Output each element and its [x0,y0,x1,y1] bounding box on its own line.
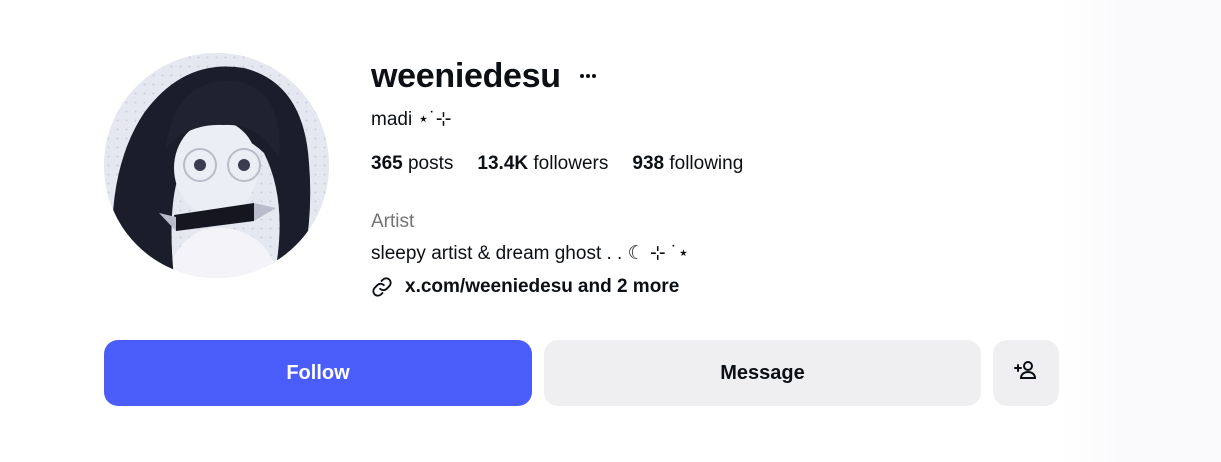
profile-links[interactable]: x.com/weeniedesu and 2 more [371,275,679,299]
profile-bio: sleepy artist & dream ghost . . ☾ ⊹ ˙⋆ [371,243,690,264]
link-primary[interactable]: x.com/weeniedesu [405,275,573,299]
add-user-icon [1014,358,1038,388]
background-tint [1060,0,1221,462]
add-user-button[interactable] [993,340,1059,406]
profile-avatar[interactable] [104,53,329,278]
following-label: following [669,153,744,174]
followers-count: 13.4K [477,153,529,174]
profile-stats: 365 posts 13.4K followers 938 following [371,152,767,176]
profile-header: weeniedesu [371,56,599,96]
message-label: Message [720,361,805,384]
profile-category: Artist [371,211,415,232]
stat-following[interactable]: 938 following [632,152,743,176]
username: weeniedesu [371,57,561,95]
posts-label: posts [407,153,454,174]
full-name: madi ⋆˙⊹ [371,109,452,130]
stat-posts: 365 posts [371,152,453,176]
link-icon [371,276,393,298]
follow-button[interactable]: Follow [104,340,532,406]
avatar-illustration [104,53,329,278]
follow-label: Follow [286,361,350,384]
following-count: 938 [632,153,665,174]
more-options-icon[interactable] [577,65,599,87]
link-more[interactable]: and 2 more [578,275,679,299]
stat-followers[interactable]: 13.4K followers [477,152,608,176]
followers-label: followers [533,153,609,174]
posts-count: 365 [371,153,403,174]
message-button[interactable]: Message [544,340,981,406]
